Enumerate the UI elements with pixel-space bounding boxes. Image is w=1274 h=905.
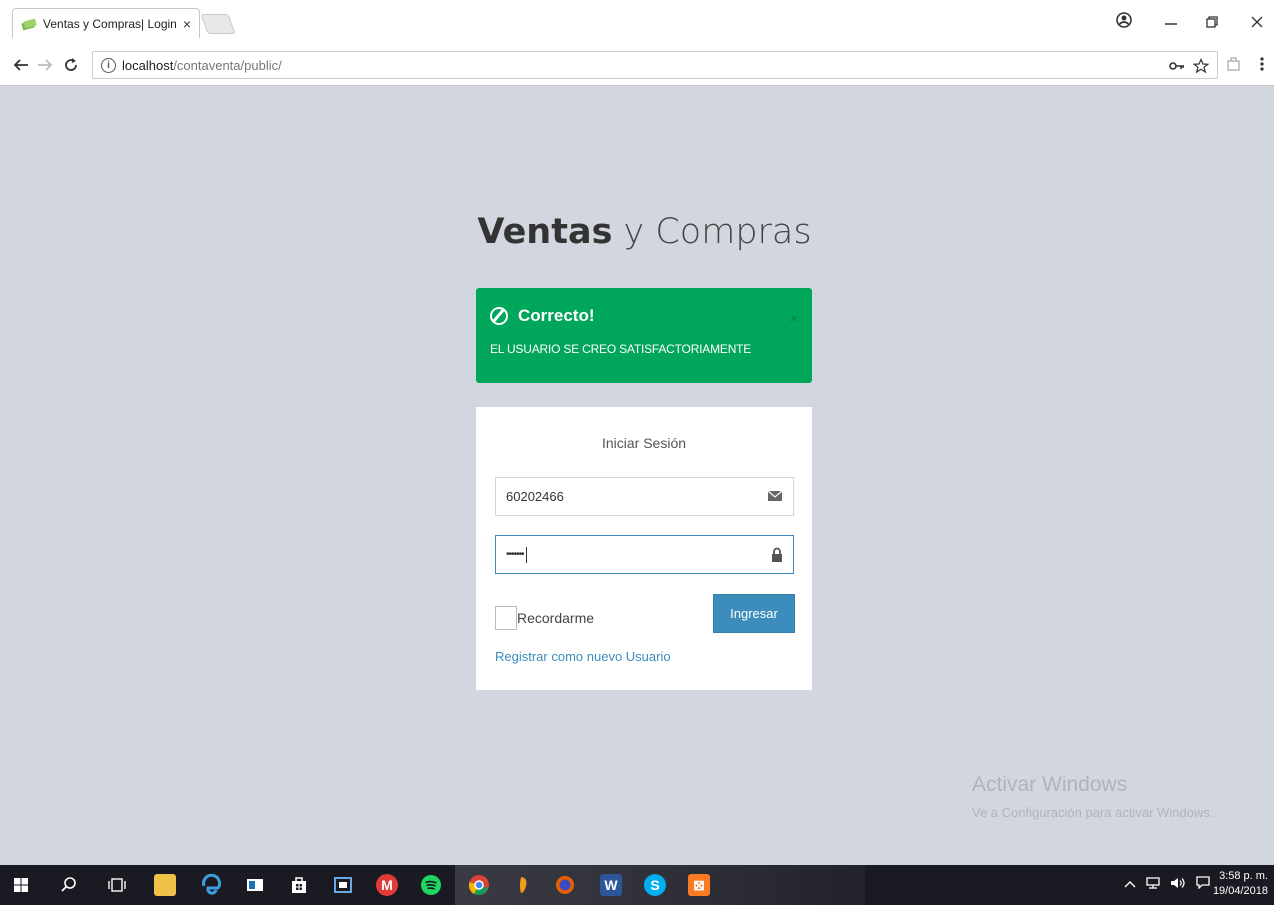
clock-time: 3:58 p. m. <box>1219 870 1268 882</box>
restore-icon[interactable] <box>1204 14 1220 30</box>
app-logo[interactable]: Ventas y Compras <box>477 212 812 252</box>
network-icon[interactable] <box>1146 877 1160 889</box>
close-window-icon[interactable] <box>1249 14 1265 30</box>
envelope-icon <box>767 490 783 501</box>
login-heading: Iniciar Sesión <box>601 435 687 451</box>
new-tab-button[interactable] <box>200 14 236 34</box>
text-cursor <box>525 546 527 563</box>
edge-browser-icon[interactable] <box>200 874 222 896</box>
money-favicon-icon <box>21 18 37 30</box>
browser-tab-active[interactable]: Ventas y Compras| Login × <box>12 8 200 38</box>
remember-label: Recordarme <box>517 610 595 626</box>
alert-title: Correcto! <box>518 306 595 325</box>
key-icon[interactable] <box>1169 60 1185 72</box>
xampp-icon[interactable]: ⊠ <box>688 874 710 896</box>
browser-titlebar: Ventas y Compras| Login × <box>0 0 1274 44</box>
windows-taskbar: M W S ⊠ 3:58 p. m. 19/04/2018 <box>0 865 1274 905</box>
chevron-up-icon[interactable] <box>1124 879 1136 889</box>
alert-close-icon[interactable]: × <box>790 310 798 326</box>
tab-title: Ventas y Compras| Login <box>43 16 177 31</box>
skype-icon[interactable]: S <box>644 874 666 896</box>
email-field[interactable]: 60202466 <box>495 477 794 516</box>
back-arrow-icon[interactable] <box>12 56 30 74</box>
email-value: 60202466 <box>506 489 564 504</box>
success-alert: Correcto! × EL USUARIO SE CREO SATISFACT… <box>476 288 812 383</box>
file-explorer-icon[interactable] <box>154 874 176 896</box>
taskbar-clock[interactable]: 3:58 p. m. 19/04/2018 <box>1213 869 1268 899</box>
logo-rest-text: y Compras <box>612 212 812 252</box>
search-icon[interactable] <box>58 874 80 896</box>
reload-icon[interactable] <box>62 56 80 74</box>
movie-maker-icon[interactable] <box>332 874 354 896</box>
start-windows-icon[interactable] <box>10 874 32 896</box>
app-tile-icon[interactable] <box>244 874 266 896</box>
logo-bold-text: Ventas <box>477 212 613 252</box>
store-bag-icon[interactable] <box>288 874 310 896</box>
url-host: localhost <box>122 57 174 73</box>
password-value: ••••••• <box>506 549 524 560</box>
fl-studio-icon[interactable] <box>512 874 534 896</box>
activation-watermark-subtitle: Ve a Configuración para activar Windows. <box>972 805 1214 820</box>
chrome-icon[interactable] <box>468 874 490 896</box>
url-path: /contaventa/public/ <box>173 57 282 73</box>
word-icon[interactable]: W <box>600 874 622 896</box>
login-box: Iniciar Sesión 60202466 ••••••• Recordar… <box>476 407 812 690</box>
alert-message: EL USUARIO SE CREO SATISFACTORIAMENTE <box>490 342 752 356</box>
register-link[interactable]: Registrar como nuevo Usuario <box>495 649 671 664</box>
task-view-icon[interactable] <box>106 874 128 896</box>
extension-icon[interactable] <box>1226 56 1242 72</box>
password-field[interactable]: ••••••• <box>495 535 794 574</box>
activation-watermark-title: Activar Windows <box>972 773 1128 796</box>
forward-arrow-icon[interactable] <box>36 56 54 74</box>
clock-date: 19/04/2018 <box>1212 885 1268 897</box>
browser-toolbar: i localhost/contaventa/public/ <box>0 44 1274 86</box>
ban-circle-icon <box>490 307 508 325</box>
address-bar[interactable]: i localhost/contaventa/public/ <box>92 51 1218 79</box>
spotify-icon[interactable] <box>420 874 442 896</box>
site-info-icon[interactable]: i <box>101 57 116 73</box>
login-submit-button[interactable]: Ingresar <box>713 594 795 633</box>
alert-header: Correcto! <box>490 306 798 326</box>
minimize-icon[interactable] <box>1163 14 1179 30</box>
mega-icon[interactable]: M <box>376 874 398 896</box>
notification-icon[interactable] <box>1196 876 1210 890</box>
bookmark-star-icon[interactable] <box>1192 58 1210 74</box>
remember-checkbox[interactable] <box>495 606 517 630</box>
tab-close-icon[interactable]: × <box>183 16 191 32</box>
menu-kebab-icon[interactable] <box>1256 56 1268 72</box>
profile-icon[interactable] <box>1114 10 1134 30</box>
omnibox-actions <box>1169 57 1210 74</box>
volume-icon[interactable] <box>1170 877 1186 889</box>
firefox-icon[interactable] <box>554 874 576 896</box>
system-tray <box>1124 876 1210 892</box>
lock-icon <box>772 547 782 562</box>
